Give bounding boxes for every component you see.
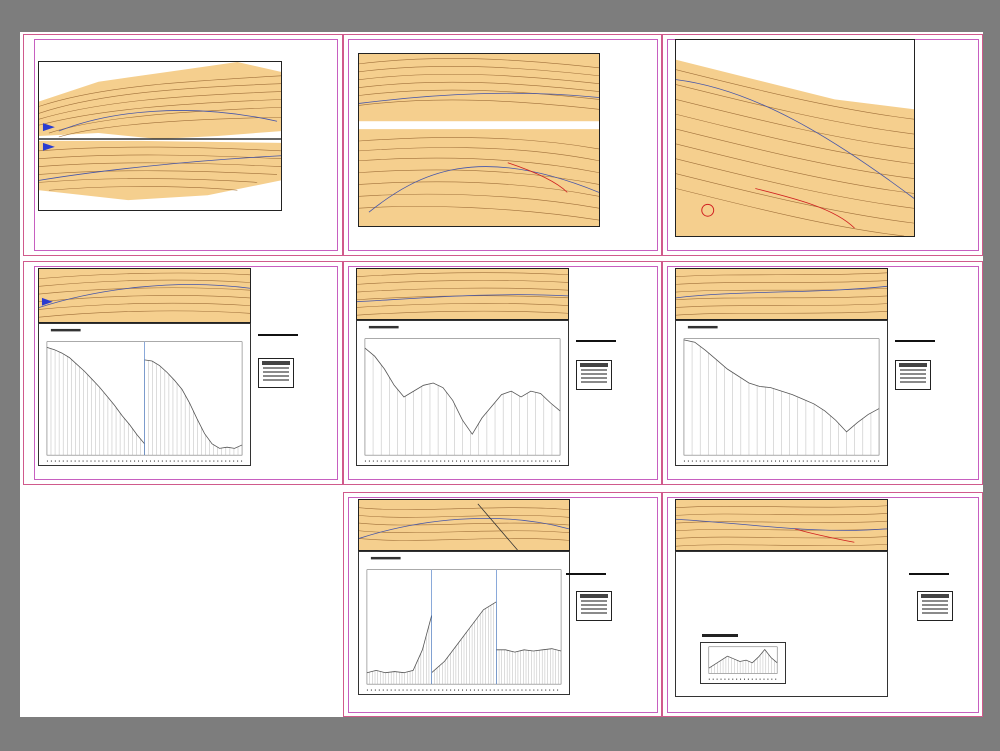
topographic-plan (359, 500, 569, 550)
sheet-6-plan-strip (675, 268, 888, 320)
drawing-paper (20, 32, 983, 717)
sheet-4-longitudinal-profile (38, 323, 251, 466)
profile-title-bar (50, 328, 81, 332)
sheet-7-plan-strip (358, 499, 570, 551)
sheet-7[interactable] (343, 492, 662, 717)
topographic-plan (676, 40, 914, 236)
profile-chart (683, 325, 880, 462)
legend-box (258, 358, 294, 388)
sheet-8-plan-strip (675, 499, 888, 551)
sheet-4[interactable] (23, 261, 343, 485)
topographic-plan (357, 269, 568, 319)
sheet-3[interactable] (662, 34, 983, 256)
legend-box (895, 360, 931, 390)
profile-chart (708, 646, 778, 680)
sheet-4-plan-strip (38, 268, 251, 323)
sheet-1[interactable] (23, 34, 343, 256)
topographic-plan (359, 54, 599, 226)
legend-box (917, 591, 953, 621)
sheet-1-plan-map (38, 61, 282, 211)
profile-chart (46, 328, 243, 462)
legend-box (576, 591, 612, 621)
profile-title-bar (368, 325, 399, 329)
topographic-plan (39, 269, 250, 322)
sheet-6-longitudinal-profile (675, 320, 888, 466)
sheet-8[interactable] (662, 492, 983, 717)
profile-chart (364, 325, 561, 462)
profile-chart (366, 556, 562, 691)
profile-title-bar (370, 556, 401, 560)
sheet-5[interactable] (343, 261, 662, 485)
sheet-2[interactable] (343, 34, 662, 256)
profile-title-bar (687, 325, 718, 329)
sheet-3-plan-map (675, 39, 915, 237)
ground-profile-line (366, 615, 433, 674)
sheet-5-longitudinal-profile (356, 320, 569, 466)
topographic-plan (676, 500, 887, 550)
sheet-8-profile-frame (675, 551, 888, 697)
sheet-2-plan-map (358, 53, 600, 227)
topographic-plan (39, 62, 281, 210)
legend-box (576, 360, 612, 390)
sheet-5-plan-strip (356, 268, 569, 320)
sheet-7-longitudinal-profile (358, 551, 570, 695)
topographic-plan (676, 269, 887, 319)
sheet-6[interactable] (662, 261, 983, 485)
sheet-8-longitudinal-profile (700, 642, 786, 684)
